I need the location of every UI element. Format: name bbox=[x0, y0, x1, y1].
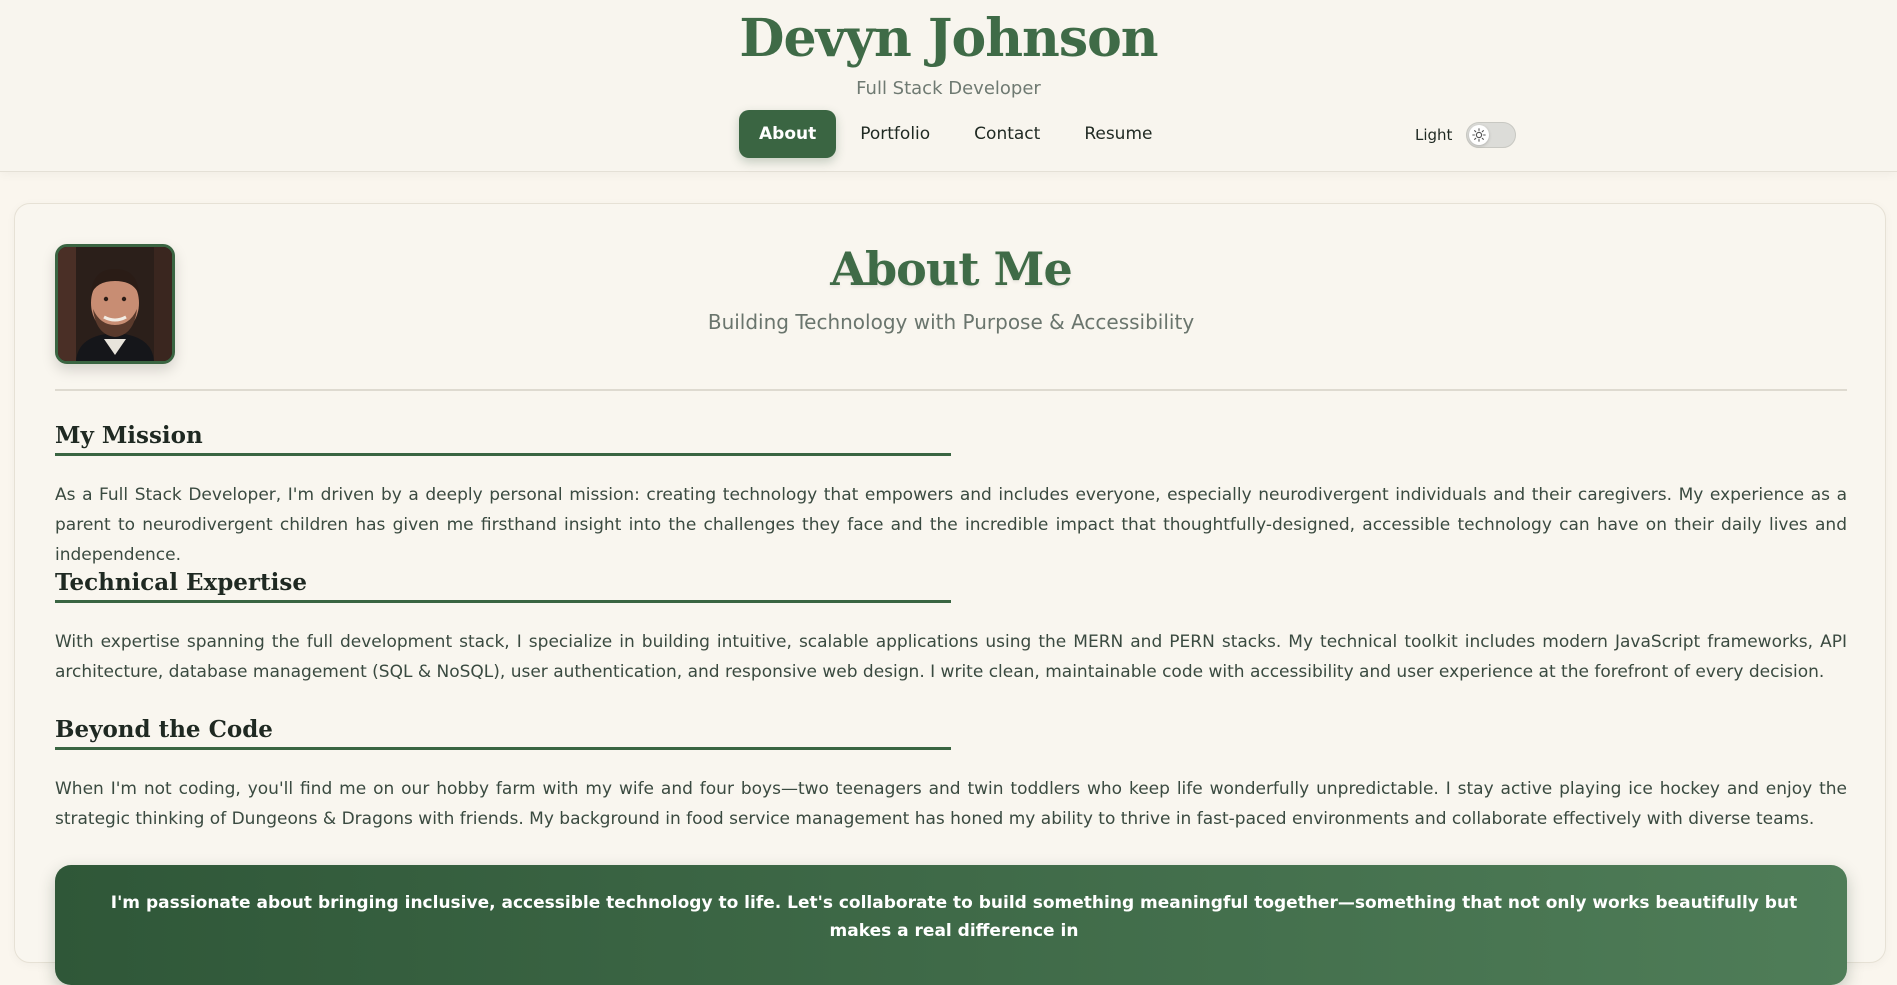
about-card: About Me Building Technology with Purpos… bbox=[14, 203, 1886, 985]
site-header: Devyn Johnson Full Stack Developer About… bbox=[0, 0, 1897, 172]
expertise-text: With expertise spanning the full develop… bbox=[55, 632, 1847, 682]
theme-toggle[interactable]: Light bbox=[1415, 122, 1517, 148]
site-title: Devyn Johnson bbox=[739, 8, 1158, 69]
sun-icon bbox=[1469, 125, 1490, 145]
nav-contact[interactable]: Contact bbox=[954, 110, 1060, 158]
page-subtitle: Building Technology with Purpose & Acces… bbox=[707, 310, 1195, 334]
theme-switch[interactable] bbox=[1466, 122, 1517, 148]
divider bbox=[55, 389, 1847, 391]
mission-text: As a Full Stack Developer, I'm driven by… bbox=[55, 485, 1847, 565]
nav-portfolio[interactable]: Portfolio bbox=[840, 110, 950, 158]
beyond-heading: Beyond the Code bbox=[55, 716, 951, 750]
expertise-heading: Technical Expertise bbox=[55, 569, 951, 603]
beyond-text: When I'm not coding, you'll find me on o… bbox=[55, 779, 1847, 829]
page-title: About Me bbox=[830, 242, 1072, 296]
site-subtitle: Full Stack Developer bbox=[856, 78, 1041, 99]
mission-heading: My Mission bbox=[55, 422, 951, 456]
theme-label: Light bbox=[1415, 126, 1453, 144]
main-nav: About Portfolio Contact Resume bbox=[739, 110, 1172, 158]
cta-text: I'm passionate about bringing inclusive,… bbox=[110, 893, 1798, 941]
nav-about[interactable]: About bbox=[739, 110, 837, 158]
nav-resume[interactable]: Resume bbox=[1064, 110, 1172, 158]
cta-banner: I'm passionate about bringing inclusive,… bbox=[55, 865, 1847, 985]
